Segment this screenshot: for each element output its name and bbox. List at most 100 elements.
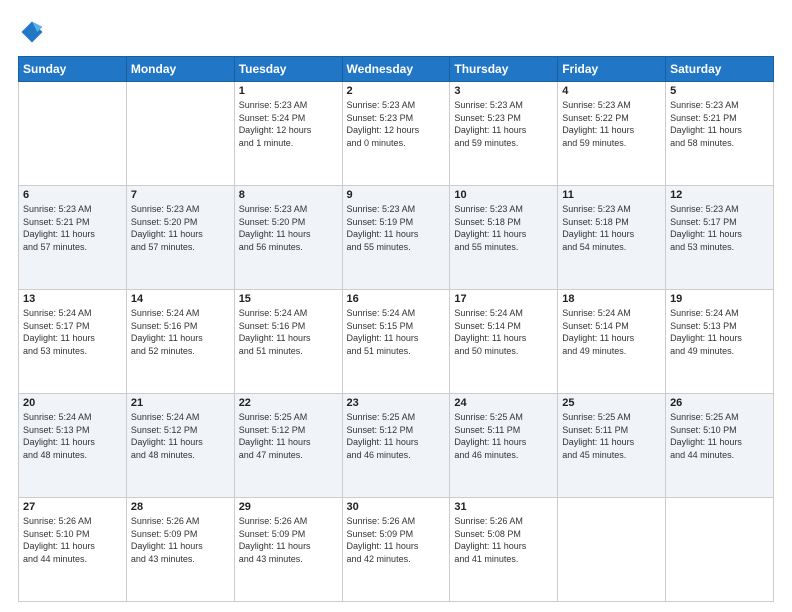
day-number: 20 [23,397,122,409]
day-cell: 13Sunrise: 5:24 AM Sunset: 5:17 PM Dayli… [19,290,127,394]
day-number: 19 [670,293,769,305]
day-number: 1 [239,85,338,97]
day-number: 28 [131,501,230,513]
day-info: Sunrise: 5:26 AM Sunset: 5:09 PM Dayligh… [131,515,230,565]
day-cell: 8 Sunrise: 5:23 AM Sunset: 5:20 PM Daylig… [234,186,342,290]
day-info: Sunrise: 5:25 AM Sunset: 5:11 PM Dayligh… [454,411,553,461]
day-number: 25 [562,397,661,409]
header [18,18,774,46]
day-cell: 6Sunrise: 5:23 AM Sunset: 5:21 PM Daylig… [19,186,127,290]
weekday-header-monday: Monday [126,57,234,82]
day-number: 22 [239,397,338,409]
day-info: Sunrise: 5:23 AM Sunset: 5:18 PM Dayligh… [454,203,553,253]
logo [18,18,50,46]
weekday-header-thursday: Thursday [450,57,558,82]
day-number: 31 [454,501,553,513]
day-cell: 14Sunrise: 5:24 AM Sunset: 5:16 PM Dayli… [126,290,234,394]
day-info: Sunrise: 5:23 AM Sunset: 5:18 PM Dayligh… [562,203,661,253]
day-cell: 23 Sunrise: 5:25 AM Sunset: 5:12 PM Dayli… [342,394,450,498]
day-info: Sunrise: 5:26 AM Sunset: 5:08 PM Dayligh… [454,515,553,565]
weekday-header-wednesday: Wednesday [342,57,450,82]
day-cell: 24 Sunrise: 5:25 AM Sunset: 5:11 PM Dayli… [450,394,558,498]
day-info: Sunrise: 5:25 AM Sunset: 5:10 PM Dayligh… [670,411,769,461]
day-number: 24 [454,397,553,409]
day-cell: 28 Sunrise: 5:26 AM Sunset: 5:09 PM Dayli… [126,498,234,602]
day-info: Sunrise: 5:26 AM Sunset: 5:10 PM Dayligh… [23,515,122,565]
day-number: 8 [239,189,338,201]
day-cell: 12 Sunrise: 5:23 AM Sunset: 5:17 PM Dayli… [666,186,774,290]
day-info: Sunrise: 5:24 AM Sunset: 5:13 PM Dayligh… [23,411,122,461]
day-info: Sunrise: 5:25 AM Sunset: 5:11 PM Dayligh… [562,411,661,461]
day-cell [558,498,666,602]
day-number: 30 [347,501,446,513]
day-info: Sunrise: 5:23 AM Sunset: 5:24 PM Dayligh… [239,99,338,149]
day-cell: 9 Sunrise: 5:23 AM Sunset: 5:19 PM Daylig… [342,186,450,290]
day-number: 17 [454,293,553,305]
day-cell: 5 Sunrise: 5:23 AM Sunset: 5:21 PM Daylig… [666,82,774,186]
day-cell: 25 Sunrise: 5:25 AM Sunset: 5:11 PM Dayli… [558,394,666,498]
day-cell: 2 Sunrise: 5:23 AM Sunset: 5:23 PM Daylig… [342,82,450,186]
day-number: 14 [131,293,230,305]
day-cell: 30 Sunrise: 5:26 AM Sunset: 5:09 PM Dayli… [342,498,450,602]
week-row-5: 27 Sunrise: 5:26 AM Sunset: 5:10 PM Dayli… [19,498,774,602]
day-number: 15 [239,293,338,305]
weekday-header-friday: Friday [558,57,666,82]
day-info: Sunrise: 5:23 AM Sunset: 5:17 PM Dayligh… [670,203,769,253]
day-number: 9 [347,189,446,201]
day-cell: 31 Sunrise: 5:26 AM Sunset: 5:08 PM Dayli… [450,498,558,602]
day-info: Sunrise: 5:23 AM Sunset: 5:20 PM Dayligh… [239,203,338,253]
day-cell [126,82,234,186]
day-number: 18 [562,293,661,305]
day-info: Sunrise: 5:24 AM Sunset: 5:16 PM Dayligh… [239,307,338,357]
day-cell: 26Sunrise: 5:25 AM Sunset: 5:10 PM Dayli… [666,394,774,498]
day-info: Sunrise: 5:23 AM Sunset: 5:19 PM Dayligh… [347,203,446,253]
day-number: 12 [670,189,769,201]
day-number: 23 [347,397,446,409]
day-info: Sunrise: 5:26 AM Sunset: 5:09 PM Dayligh… [347,515,446,565]
weekday-header-sunday: Sunday [19,57,127,82]
day-cell: 18Sunrise: 5:24 AM Sunset: 5:14 PM Dayli… [558,290,666,394]
weekday-header-saturday: Saturday [666,57,774,82]
day-cell [19,82,127,186]
day-info: Sunrise: 5:26 AM Sunset: 5:09 PM Dayligh… [239,515,338,565]
day-cell: 20 Sunrise: 5:24 AM Sunset: 5:13 PM Dayli… [19,394,127,498]
week-row-4: 20 Sunrise: 5:24 AM Sunset: 5:13 PM Dayli… [19,394,774,498]
day-number: 7 [131,189,230,201]
day-number: 2 [347,85,446,97]
week-row-1: 1 Sunrise: 5:23 AM Sunset: 5:24 PM Daylig… [19,82,774,186]
day-info: Sunrise: 5:24 AM Sunset: 5:15 PM Dayligh… [347,307,446,357]
day-cell: 27 Sunrise: 5:26 AM Sunset: 5:10 PM Dayli… [19,498,127,602]
week-row-2: 6Sunrise: 5:23 AM Sunset: 5:21 PM Daylig… [19,186,774,290]
day-number: 6 [23,189,122,201]
day-number: 4 [562,85,661,97]
logo-icon [18,18,46,46]
day-number: 29 [239,501,338,513]
day-cell: 17 Sunrise: 5:24 AM Sunset: 5:14 PM Dayli… [450,290,558,394]
day-info: Sunrise: 5:23 AM Sunset: 5:21 PM Dayligh… [670,99,769,149]
calendar: SundayMondayTuesdayWednesdayThursdayFrid… [18,56,774,602]
day-info: Sunrise: 5:25 AM Sunset: 5:12 PM Dayligh… [347,411,446,461]
weekday-header-row: SundayMondayTuesdayWednesdayThursdayFrid… [19,57,774,82]
day-cell: 7 Sunrise: 5:23 AM Sunset: 5:20 PM Daylig… [126,186,234,290]
day-number: 10 [454,189,553,201]
day-cell: 15 Sunrise: 5:24 AM Sunset: 5:16 PM Dayli… [234,290,342,394]
day-info: Sunrise: 5:24 AM Sunset: 5:17 PM Dayligh… [23,307,122,357]
day-info: Sunrise: 5:24 AM Sunset: 5:14 PM Dayligh… [454,307,553,357]
day-info: Sunrise: 5:25 AM Sunset: 5:12 PM Dayligh… [239,411,338,461]
day-cell: 21Sunrise: 5:24 AM Sunset: 5:12 PM Dayli… [126,394,234,498]
day-info: Sunrise: 5:23 AM Sunset: 5:23 PM Dayligh… [347,99,446,149]
day-info: Sunrise: 5:23 AM Sunset: 5:20 PM Dayligh… [131,203,230,253]
day-number: 16 [347,293,446,305]
day-number: 5 [670,85,769,97]
day-number: 27 [23,501,122,513]
day-cell: 3Sunrise: 5:23 AM Sunset: 5:23 PM Daylig… [450,82,558,186]
day-number: 11 [562,189,661,201]
weekday-header-tuesday: Tuesday [234,57,342,82]
day-cell: 22 Sunrise: 5:25 AM Sunset: 5:12 PM Dayli… [234,394,342,498]
day-cell: 19Sunrise: 5:24 AM Sunset: 5:13 PM Dayli… [666,290,774,394]
day-cell [666,498,774,602]
day-cell: 29 Sunrise: 5:26 AM Sunset: 5:09 PM Dayli… [234,498,342,602]
day-cell: 16 Sunrise: 5:24 AM Sunset: 5:15 PM Dayli… [342,290,450,394]
day-cell: 10 Sunrise: 5:23 AM Sunset: 5:18 PM Dayli… [450,186,558,290]
day-cell: 4Sunrise: 5:23 AM Sunset: 5:22 PM Daylig… [558,82,666,186]
